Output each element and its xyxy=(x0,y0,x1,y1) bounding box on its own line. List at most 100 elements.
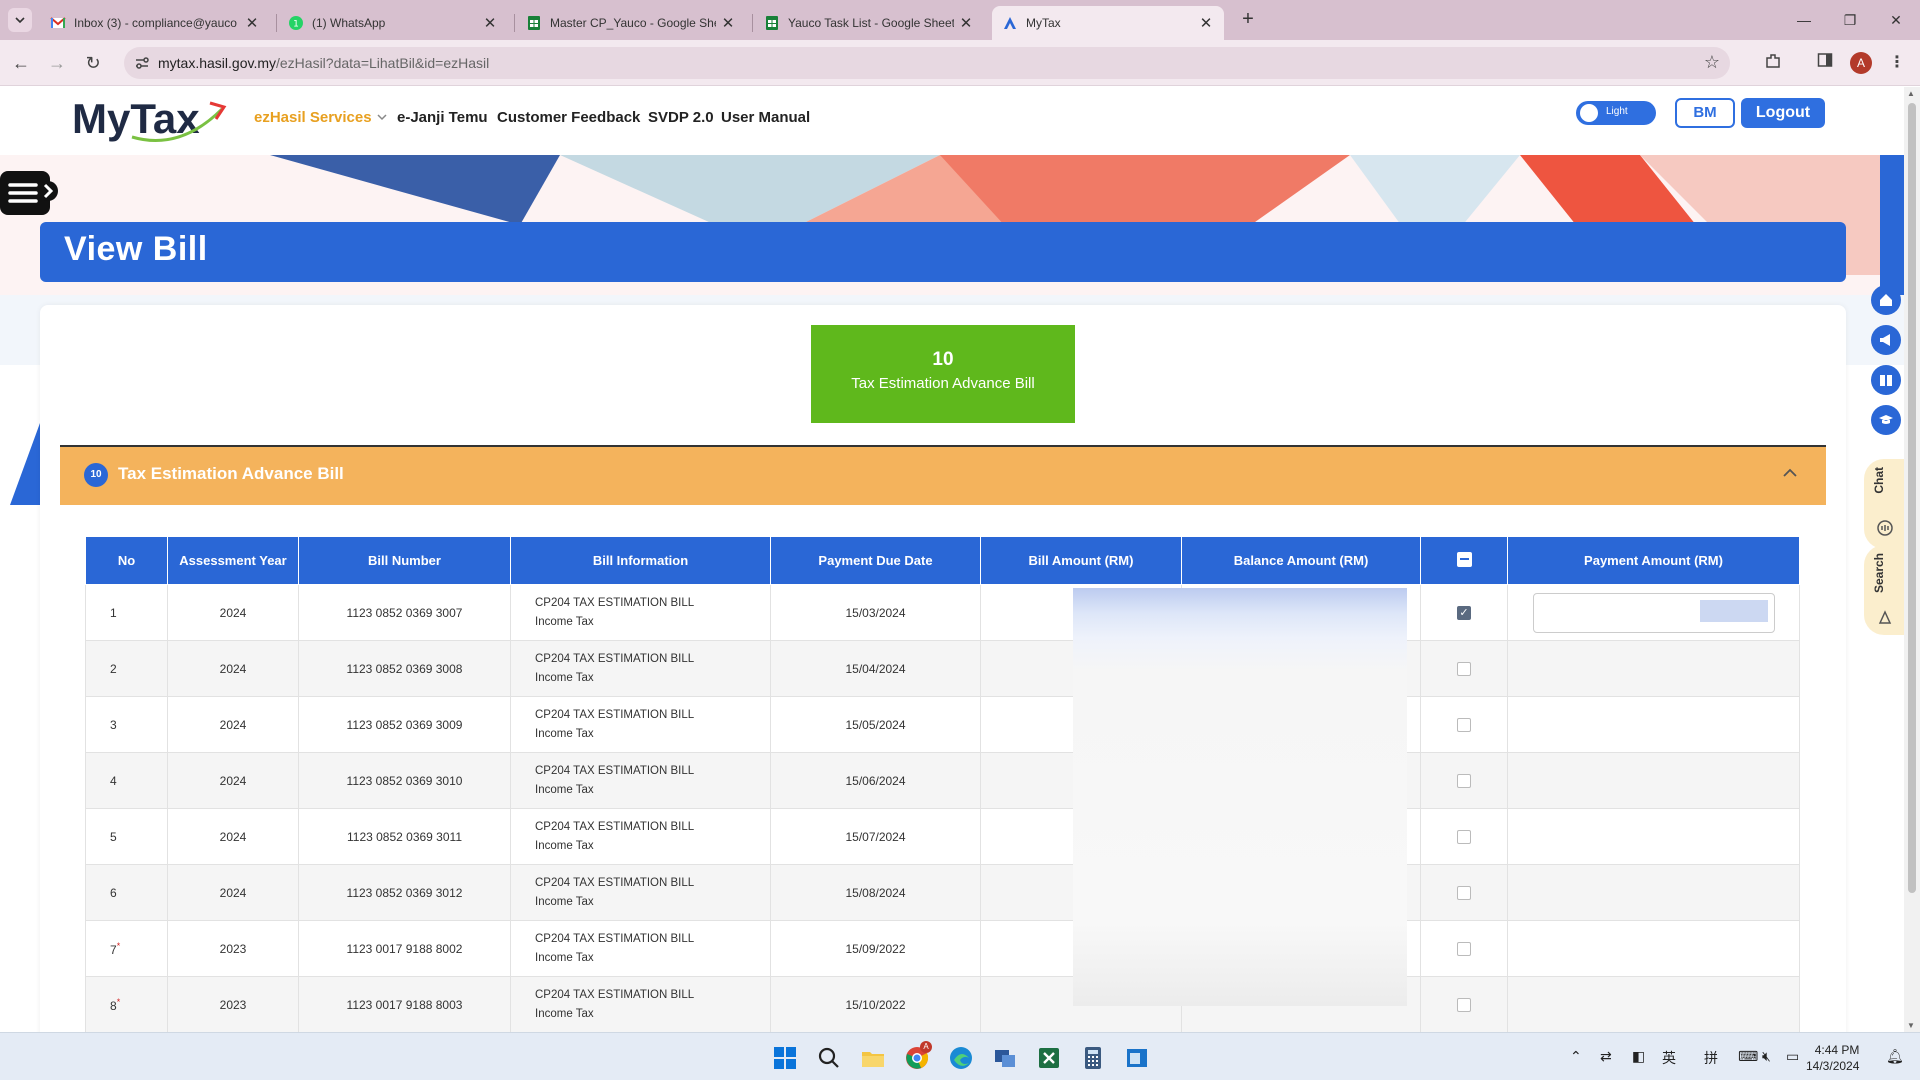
sidebar-toggle-button[interactable] xyxy=(0,171,60,215)
scrollbar-thumb[interactable] xyxy=(1908,103,1916,893)
row-select-checkbox[interactable] xyxy=(1457,997,1471,1012)
cell-bill-information: CP204 TAX ESTIMATION BILL Income Tax xyxy=(510,864,771,921)
close-tab-icon[interactable]: ✕ xyxy=(1198,14,1214,32)
browser-menu-icon[interactable]: ⋮ xyxy=(1886,52,1908,74)
calculator-icon[interactable] xyxy=(1080,1045,1106,1071)
close-tab-icon[interactable]: ✕ xyxy=(958,14,974,32)
nav-ezhasil-services[interactable]: ezHasil Services xyxy=(254,109,388,126)
bill-info-category: Income Tax xyxy=(535,615,594,628)
notification-bell-icon[interactable]: 🔔︎ xyxy=(1886,1048,1904,1065)
tray-battery-icon[interactable]: ▭ xyxy=(1786,1048,1799,1065)
row-number: 6 xyxy=(110,885,117,900)
close-window-button[interactable]: ✕ xyxy=(1874,8,1918,32)
chrome-taskbar-button[interactable]: A xyxy=(904,1041,932,1071)
education-shortcut-button[interactable] xyxy=(1871,405,1901,435)
forward-icon[interactable]: → xyxy=(44,50,70,76)
cell-no: 2 xyxy=(85,640,168,697)
cell-no: 7* xyxy=(85,920,168,977)
home-shortcut-button[interactable] xyxy=(1871,285,1901,315)
tab-search-button[interactable] xyxy=(8,8,32,32)
cell-assessment-year: 2024 xyxy=(167,864,299,921)
tray-ime-language[interactable]: 英 xyxy=(1662,1048,1676,1068)
accordion-header[interactable]: 10 Tax Estimation Advance Bill xyxy=(60,445,1826,505)
chevron-up-icon[interactable] xyxy=(1782,467,1798,479)
row-select-checkbox[interactable] xyxy=(1457,661,1471,676)
row-select-checkbox[interactable]: ✓ xyxy=(1457,605,1471,620)
reload-icon[interactable]: ↻ xyxy=(80,50,106,76)
row-number: 4 xyxy=(110,773,117,788)
restore-button[interactable]: ❐ xyxy=(1828,8,1872,32)
scroll-up-arrow-icon[interactable]: ▲ xyxy=(1907,89,1915,98)
site-info-icon[interactable] xyxy=(134,55,150,71)
hamburger-menu-icon xyxy=(0,171,58,215)
file-explorer-icon[interactable] xyxy=(860,1045,886,1071)
chat-widget-tab[interactable]: Chat xyxy=(1864,459,1904,549)
nav-svdp[interactable]: SVDP 2.0 xyxy=(648,109,714,126)
row-select-checkbox[interactable] xyxy=(1457,717,1471,732)
tray-sync-icon[interactable]: ⇄ xyxy=(1600,1048,1612,1065)
announcement-shortcut-button[interactable] xyxy=(1871,325,1901,355)
logout-button[interactable]: Logout xyxy=(1741,98,1825,128)
table-row: 3 2024 1123 0852 0369 3009 CP204 TAX ESTIMA… xyxy=(85,696,1800,753)
page-title-bar: View Bill xyxy=(40,222,1846,282)
close-tab-icon[interactable]: ✕ xyxy=(482,14,498,32)
side-panel-icon[interactable] xyxy=(1814,52,1836,74)
browser-tab-task-list[interactable]: Yauco Task List - Google Sheets ✕ xyxy=(754,6,984,40)
search-widget-tab[interactable]: Search xyxy=(1864,545,1904,635)
payment-amount-input[interactable] xyxy=(1532,592,1775,633)
system-clock[interactable]: 4:44 PM 14/3/2024 xyxy=(1806,1042,1859,1074)
row-select-checkbox[interactable] xyxy=(1457,885,1471,900)
close-tab-icon[interactable]: ✕ xyxy=(244,14,260,32)
select-all-checkbox[interactable] xyxy=(1456,551,1472,567)
megaphone-icon xyxy=(1880,334,1890,346)
row-select-checkbox[interactable] xyxy=(1457,773,1471,788)
row-number: 1 xyxy=(110,605,117,620)
nav-e-janji-temu[interactable]: e-Janji Temu xyxy=(397,109,488,126)
new-tab-button[interactable]: + xyxy=(1236,8,1260,32)
row-select-checkbox[interactable] xyxy=(1457,829,1471,844)
scroll-down-arrow-icon[interactable]: ▼ xyxy=(1907,1021,1915,1030)
theme-toggle[interactable]: Light xyxy=(1576,101,1656,125)
edge-icon[interactable] xyxy=(948,1045,974,1071)
close-tab-icon[interactable]: ✕ xyxy=(720,14,736,32)
back-icon[interactable]: ← xyxy=(8,50,34,76)
app-window-icon[interactable] xyxy=(1124,1045,1150,1071)
tray-network-icon[interactable]: ⌨ xyxy=(1738,1048,1758,1065)
table-row: 2 2024 1123 0852 0369 3008 CP204 TAX ESTIMA… xyxy=(85,640,1800,697)
row-number: 8 xyxy=(110,998,117,1013)
bill-info-type: CP204 TAX ESTIMATION BILL xyxy=(535,596,695,609)
redacted-value xyxy=(1699,599,1768,622)
page-scrollbar[interactable]: ▲ ▼ xyxy=(1904,87,1920,1032)
cell-bill-number: 1123 0852 0369 3007 xyxy=(298,584,511,641)
address-bar[interactable]: mytax.hasil.gov.my/ezHasil?data=LihatBil… xyxy=(124,47,1730,79)
nav-user-manual[interactable]: User Manual xyxy=(721,109,810,126)
browser-tab-gmail[interactable]: Inbox (3) - compliance@yauco ✕ xyxy=(40,6,270,40)
tray-overflow-chevron-icon[interactable]: ⌃ xyxy=(1570,1048,1582,1065)
nav-customer-feedback[interactable]: Customer Feedback xyxy=(497,109,640,126)
extensions-icon[interactable] xyxy=(1762,52,1784,74)
browser-tab-mytax[interactable]: MyTax ✕ xyxy=(992,6,1224,40)
tray-volume-muted-icon[interactable]: 🔇︎ xyxy=(1762,1048,1771,1065)
cell-bill-information: CP204 TAX ESTIMATION BILL Income Tax xyxy=(510,584,771,641)
cell-no: 3 xyxy=(85,696,168,753)
bill-info-type: CP204 TAX ESTIMATION BILL xyxy=(535,708,695,721)
tray-app-icon[interactable]: ◧ xyxy=(1632,1048,1645,1065)
minimize-button[interactable]: — xyxy=(1782,8,1826,32)
bookmark-star-icon[interactable]: ☆ xyxy=(1704,52,1720,73)
summary-bill-count-tile[interactable]: 10 Tax Estimation Advance Bill xyxy=(811,325,1075,423)
browser-tab-master-cp[interactable]: Master CP_Yauco - Google Shee ✕ xyxy=(516,6,746,40)
browser-tab-whatsapp[interactable]: 1 (1) WhatsApp ✕ xyxy=(278,6,508,40)
guide-shortcut-button[interactable] xyxy=(1871,365,1901,395)
profile-avatar[interactable]: A xyxy=(1850,52,1872,74)
search-icon[interactable] xyxy=(816,1045,842,1071)
toggle-label: Light xyxy=(1606,106,1628,117)
windows-start-icon[interactable] xyxy=(772,1045,798,1071)
row-select-checkbox[interactable] xyxy=(1457,941,1471,956)
cell-payment-amount xyxy=(1507,752,1800,809)
tray-ime-mode[interactable]: 拼 xyxy=(1704,1048,1718,1068)
cell-payment-due-date: 15/08/2024 xyxy=(770,864,981,921)
tab-title: Master CP_Yauco - Google Shee xyxy=(550,16,716,30)
excel-icon[interactable] xyxy=(1036,1045,1062,1071)
remote-app-icon[interactable] xyxy=(992,1045,1018,1071)
language-bm-button[interactable]: BM xyxy=(1675,98,1735,128)
